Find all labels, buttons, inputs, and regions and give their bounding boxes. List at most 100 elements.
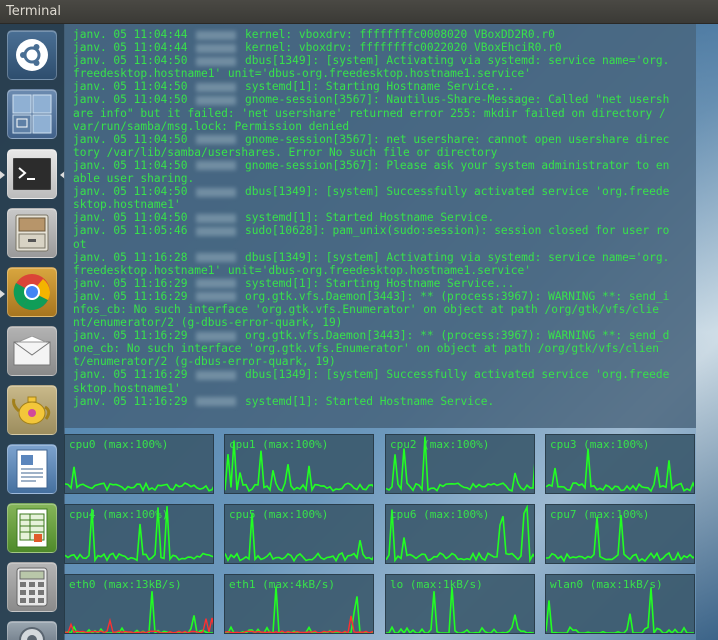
redacted-hostname (196, 292, 237, 302)
log-message: org.gtk.vfs.Daemon[3443]: ** (process:39… (238, 289, 670, 303)
workspace-switcher-button[interactable] (7, 89, 57, 139)
log-message: gnome-session[3567]: Please ask your sys… (238, 158, 670, 172)
graph-label: cpu6 (max:100%) (390, 508, 490, 521)
usage-line (225, 586, 373, 633)
terminal-icon (13, 158, 51, 190)
usage-line (65, 591, 213, 633)
log-message: systemd[1]: Started Hostname Service. (238, 211, 495, 225)
log-message: systemd[1]: Starting Hostname Service... (238, 80, 515, 94)
log-timestamp: janv. 05 11:04:50 (73, 211, 195, 225)
log-timestamp: janv. 05 11:16:29 (73, 329, 195, 343)
mail-launcher-button[interactable] (7, 326, 57, 376)
log-timestamp: janv. 05 11:04:44 (73, 41, 195, 55)
graph-label: cpu4 (max:100%) (69, 508, 169, 521)
redacted-hostname (196, 253, 237, 263)
log-timestamp: janv. 05 11:04:44 (73, 28, 195, 41)
terminal-line: janv. 05 11:04:50 gnome-session[3567]: N… (73, 93, 696, 106)
monitor-graph: wlan0 (max:1kB/s) (545, 574, 695, 634)
desktop-wallpaper (696, 24, 718, 640)
log-message: systemd[1]: Starting Hostname Service... (238, 276, 515, 290)
log-message: dbus[1349]: [system] Activating via syst… (238, 54, 670, 68)
log-message: kernel: vboxdrv: ffffffffc0008020 VBoxDD… (238, 28, 555, 41)
system-monitor-panel: cpu0 (max:100%) cpu1 (max:100%) cpu2 (max:… (64, 428, 696, 640)
calculator-launcher-button[interactable] (7, 562, 57, 612)
redacted-hostname (196, 135, 237, 145)
redacted-hostname (196, 82, 237, 92)
log-message: kernel: vboxdrv: ffffffffc0022020 VBoxEh… (238, 41, 562, 55)
terminal-line: janv. 05 11:16:29 org.gtk.vfs.Daemon[344… (73, 329, 696, 342)
graph-label: cpu1 (max:100%) (229, 438, 329, 451)
terminal-line: ot (73, 237, 87, 251)
graph-label: wlan0 (max:1kB/s) (550, 578, 663, 591)
terminal-launcher-button[interactable] (7, 149, 57, 199)
log-timestamp: janv. 05 11:05:46 (73, 224, 195, 238)
writer-launcher-button[interactable] (7, 444, 57, 494)
terminal-line: are info" but it failed: 'net usershare'… (73, 106, 666, 120)
monitor-graph: cpu0 (max:100%) (64, 434, 214, 494)
graph-label: cpu3 (max:100%) (550, 438, 650, 451)
terminal-line: janv. 05 11:16:29 systemd[1]: Started Ho… (73, 395, 696, 408)
log-timestamp: janv. 05 11:04:50 (73, 80, 195, 94)
log-message: gnome-session[3567]: net usershare: cann… (238, 132, 670, 146)
terminal-line: nfos_cb: No such interface 'org.gtk.vfs.… (73, 302, 659, 316)
terminal-output[interactable]: janv. 05 11:04:44 kernel: vboxdrv: fffff… (64, 24, 696, 428)
graph-label: cpu0 (max:100%) (69, 438, 169, 451)
log-timestamp: janv. 05 11:04:50 (73, 185, 195, 199)
usage-line (546, 514, 694, 563)
terminal-line: janv. 05 11:04:44 kernel: vboxdrv: fffff… (73, 41, 696, 54)
redacted-hostname (196, 187, 237, 197)
chrome-icon (13, 274, 50, 310)
usage-line (65, 466, 213, 493)
log-message: systemd[1]: Started Hostname Service. (238, 394, 495, 408)
terminal-line: one_cb: No such interface 'org.gtk.vfs.E… (73, 342, 659, 356)
file-cabinet-icon (15, 214, 49, 252)
monitor-graph: cpu4 (max:100%) (64, 504, 214, 564)
settings-launcher-button[interactable] (7, 621, 57, 640)
monitor-graph: lo (max:1kB/s) (385, 574, 535, 634)
redacted-hostname (196, 370, 237, 380)
terminal-line: janv. 05 11:16:29 org.gtk.vfs.Daemon[344… (73, 290, 696, 303)
redacted-hostname (196, 161, 237, 171)
log-timestamp: janv. 05 11:16:29 (73, 276, 195, 290)
usage-line (546, 587, 694, 633)
redacted-hostname (196, 331, 237, 341)
redacted-hostname (196, 279, 237, 289)
terminal-line: freedesktop.hostname1' unit='dbus-org.fr… (73, 263, 532, 277)
terminal-line: freedesktop.hostname1' unit='dbus-org.fr… (73, 67, 532, 81)
teapot-launcher-button[interactable] (7, 385, 57, 435)
monitor-graph: cpu3 (max:100%) (545, 434, 695, 494)
running-indicator (0, 171, 5, 179)
terminal-line: janv. 05 11:04:44 kernel: vboxdrv: fffff… (73, 28, 696, 41)
terminal-line: janv. 05 11:04:50 dbus[1349]: [system] S… (73, 185, 696, 198)
graph-label: cpu2 (max:100%) (390, 438, 490, 451)
ubuntu-dash-button[interactable] (7, 30, 57, 80)
log-message: gnome-session[3567]: Nautilus-Share-Mess… (238, 93, 670, 107)
log-timestamp: janv. 05 11:04:50 (73, 132, 195, 146)
monitor-graph: cpu5 (max:100%) (224, 504, 374, 564)
terminal-line: nt/enumerator/2 (g-dbus-error-quark, 19) (73, 316, 343, 330)
calc-launcher-button[interactable] (7, 503, 57, 553)
usage-line (546, 448, 694, 493)
ubuntu-logo-icon (16, 39, 48, 71)
terminal-line: var/run/samba/msg.lock: Permission denie… (73, 119, 350, 133)
log-message: dbus[1349]: [system] Activating via syst… (238, 250, 670, 264)
graph-label: cpu7 (max:100%) (550, 508, 650, 521)
monitor-graph: eth0 (max:13kB/s) (64, 574, 214, 634)
log-message: sudo[10628]: pam_unix(sudo:session): ses… (238, 224, 670, 238)
chrome-launcher-button[interactable] (7, 267, 57, 317)
file-manager-launcher-button[interactable] (7, 208, 57, 258)
monitor-graph: cpu1 (max:100%) (224, 434, 374, 494)
graph-label: eth1 (max:4kB/s) (229, 578, 335, 591)
unity-launcher (0, 24, 65, 640)
redacted-hostname (196, 213, 237, 223)
envelope-icon (13, 336, 51, 366)
terminal-line: janv. 05 11:04:50 gnome-session[3567]: n… (73, 133, 696, 146)
terminal-line: janv. 05 11:04:50 gnome-session[3567]: P… (73, 159, 696, 172)
terminal-line: janv. 05 11:16:28 dbus[1349]: [system] A… (73, 251, 696, 264)
calculator-icon (16, 567, 48, 607)
terminal-line: janv. 05 11:04:50 systemd[1]: Started Ho… (73, 211, 696, 224)
log-message: dbus[1349]: [system] Successfully activa… (238, 368, 670, 382)
window-title-bar: Terminal (0, 0, 718, 24)
terminal-line: janv. 05 11:16:29 dbus[1349]: [system] S… (73, 368, 696, 381)
terminal-line: sktop.hostname1' (73, 198, 181, 212)
